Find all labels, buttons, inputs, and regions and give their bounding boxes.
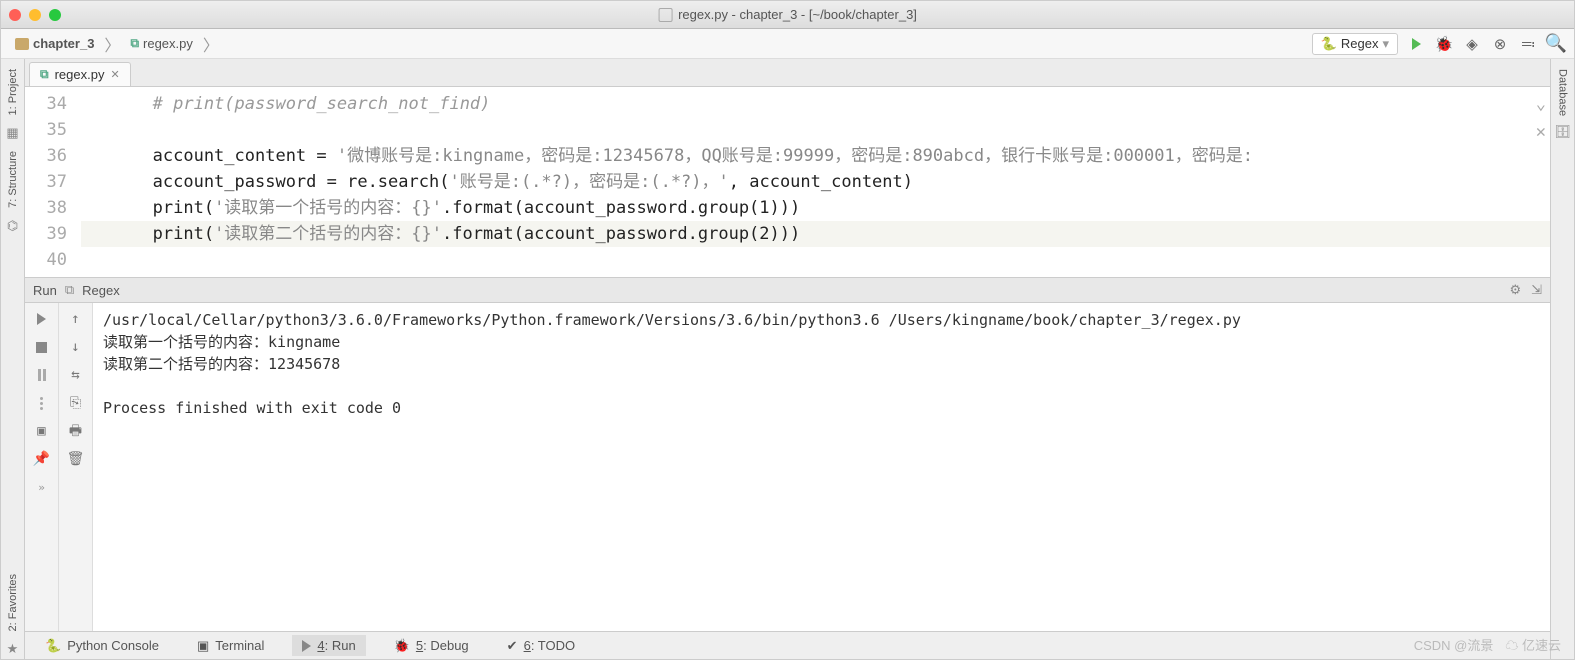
breadcrumb-dir-label: chapter_3 [33, 36, 94, 51]
run-panel-config: Regex [82, 283, 120, 298]
export-icon[interactable]: ⎘ [66, 393, 86, 413]
close-tab-icon[interactable]: ✕ [110, 68, 119, 81]
python-icon: ⧉ [130, 36, 139, 51]
stop-button[interactable] [32, 337, 52, 357]
wrap-icon[interactable]: ⇆ [66, 365, 86, 385]
tool-label: Python Console [67, 638, 159, 653]
tool-label: 5: Debug [416, 638, 469, 653]
sidebar-structure[interactable]: 7: Structure [5, 145, 21, 214]
file-icon [658, 8, 672, 22]
rerun-button[interactable] [32, 309, 52, 329]
python-icon: ⧉ [65, 282, 74, 298]
star-icon[interactable]: ★ [5, 641, 21, 657]
watermark-yisu: ☁ 亿速云 [1505, 635, 1561, 654]
debug-button[interactable]: 🐞 [1434, 34, 1454, 54]
breadcrumb-folder[interactable]: chapter_3 [9, 34, 100, 53]
structure-icon[interactable]: ⌬ [5, 218, 21, 234]
search-icon[interactable]: 🔍 [1546, 34, 1566, 54]
tool-debug[interactable]: 🐞 5: Debug [384, 635, 479, 657]
folder-icon[interactable]: ▦ [5, 125, 21, 141]
console-output[interactable]: /usr/local/Cellar/python3/3.6.0/Framewor… [93, 303, 1550, 631]
run-panel-title: Run [33, 283, 57, 298]
navigation-toolbar: chapter_3 〉 ⧉ regex.py 〉 🐍 Regex ▾ 🐞 ◈ ⊗… [1, 29, 1574, 59]
profile-button[interactable]: ⊗ [1490, 34, 1510, 54]
run-config-selector[interactable]: 🐍 Regex ▾ [1312, 33, 1398, 55]
tool-label: 4: Run [317, 638, 355, 653]
run-config-label: Regex [1341, 36, 1379, 51]
tab-label: regex.py [55, 67, 105, 82]
dots-icon[interactable] [32, 393, 52, 413]
database-icon[interactable]: 🗄 [1555, 124, 1571, 140]
titlebar: regex.py - chapter_3 - [~/book/chapter_3… [1, 1, 1574, 29]
tool-label: Terminal [215, 638, 264, 653]
tool-terminal[interactable]: ▣ Terminal [187, 635, 274, 657]
python-icon: ⧉ [40, 67, 49, 82]
tool-label: 6: TODO [524, 638, 576, 653]
print-icon[interactable]: 🖶 [66, 421, 86, 441]
coverage-button[interactable]: ◈ [1462, 34, 1482, 54]
down-arrow-icon[interactable]: ↓ [66, 337, 86, 357]
watermark: CSDN @流景 ☁ 亿速云 [1414, 635, 1561, 654]
python-icon: 🐍 [45, 638, 61, 654]
tool-python-console[interactable]: 🐍 Python Console [35, 635, 169, 657]
code-editor[interactable]: 34353637383940 # print(password_search_n… [25, 87, 1550, 277]
expand-icon[interactable]: » [38, 477, 45, 499]
window-minimize-icon[interactable] [29, 9, 41, 21]
sidebar-database[interactable]: Database [1555, 63, 1571, 122]
window-maximize-icon[interactable] [49, 9, 61, 21]
todo-icon: ✔ [507, 638, 518, 654]
gear-icon[interactable]: ⚙ [1509, 282, 1521, 298]
collapse-icon[interactable]: ⌄ [1536, 91, 1546, 117]
run-panel-header[interactable]: Run ⧉ Regex ⚙ ⇲ [25, 277, 1550, 303]
minimize-icon[interactable]: ⇲ [1531, 282, 1542, 298]
editor-tab[interactable]: ⧉ regex.py ✕ [29, 62, 131, 86]
breadcrumb-separator: 〉 [203, 32, 219, 56]
python-icon: 🐍 [1321, 36, 1337, 52]
bug-icon: 🐞 [394, 638, 410, 654]
breadcrumb-file-label: regex.py [143, 36, 193, 51]
pause-button[interactable] [32, 365, 52, 385]
breadcrumb-separator: 〉 [104, 32, 120, 56]
up-arrow-icon[interactable]: ↑ [66, 309, 86, 329]
run-icon [302, 640, 311, 652]
chevron-down-icon: ▾ [1382, 36, 1389, 52]
watermark-csdn: CSDN @流景 [1414, 635, 1494, 654]
window-title: regex.py - chapter_3 - [~/book/chapter_3… [678, 7, 917, 22]
layout-icon[interactable]: ▣ [32, 421, 52, 441]
tool-run[interactable]: 4: Run [292, 635, 365, 656]
breadcrumb-file[interactable]: ⧉ regex.py [124, 34, 198, 53]
tool-todo[interactable]: ✔ 6: TODO [497, 635, 585, 657]
stop-button[interactable]: ≕ [1518, 34, 1538, 54]
run-button[interactable] [1406, 34, 1426, 54]
pin-icon[interactable]: 📌 [32, 449, 52, 469]
window-close-icon[interactable] [9, 9, 21, 21]
hide-icon[interactable]: ✕ [1536, 119, 1546, 145]
folder-icon [15, 38, 29, 50]
sidebar-project[interactable]: 1: Project [5, 63, 21, 121]
sidebar-favorites[interactable]: 2: Favorites [5, 568, 21, 637]
terminal-icon: ▣ [197, 638, 209, 654]
trash-icon[interactable]: 🗑 [66, 449, 86, 469]
